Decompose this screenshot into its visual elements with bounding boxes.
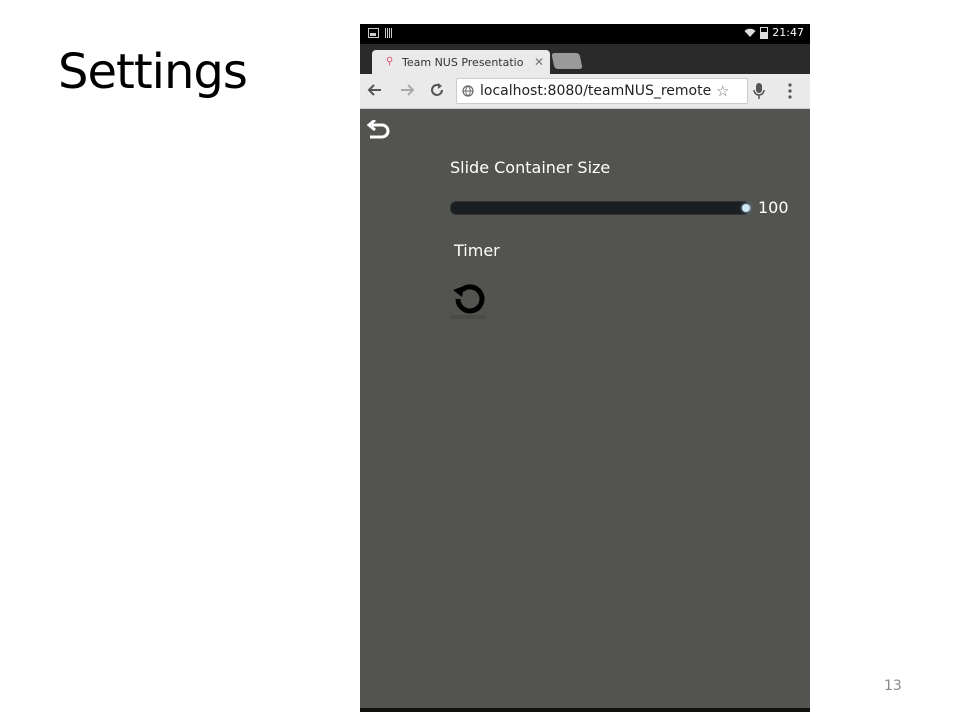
- wifi-icon: [744, 28, 756, 37]
- star-icon[interactable]: ☆: [716, 82, 729, 100]
- slide-container-size-value: 100: [758, 198, 789, 217]
- menu-icon[interactable]: [788, 83, 792, 99]
- image-icon: [368, 28, 379, 38]
- browser-toolbar: localhost:8080/teamNUS_remote. ☆: [360, 74, 810, 109]
- tab-title: Team NUS Presentatio: [402, 55, 524, 69]
- barcode-icon: [385, 28, 393, 38]
- url-bar[interactable]: localhost:8080/teamNUS_remote. ☆: [456, 78, 748, 104]
- battery-icon: [760, 26, 769, 39]
- back-arrow-icon[interactable]: [366, 120, 392, 144]
- favicon-icon: ⚲: [386, 56, 394, 67]
- tab-close-button[interactable]: ✕: [534, 55, 544, 69]
- tab-strip: ⚲ Team NUS Presentatio ✕: [360, 44, 810, 74]
- reload-icon[interactable]: [428, 81, 446, 99]
- slide-container-size-slider[interactable]: [450, 201, 750, 215]
- slide-container-size-label: Slide Container Size: [450, 158, 611, 177]
- forward-icon[interactable]: [398, 81, 416, 99]
- status-right: 21:47: [744, 26, 804, 39]
- page-number: 13: [884, 678, 902, 694]
- status-time: 21:47: [772, 26, 804, 39]
- new-tab-button[interactable]: [551, 53, 583, 69]
- globe-icon: [462, 85, 474, 97]
- status-left: [368, 28, 393, 38]
- tab-active[interactable]: ⚲ Team NUS Presentatio ✕: [372, 50, 550, 74]
- status-bar: 21:47: [360, 24, 810, 44]
- slide-title: Settings: [58, 44, 248, 100]
- reset-icon[interactable]: [448, 277, 492, 321]
- phone-screenshot: 21:47 ⚲ Team NUS Presentatio ✕ localhost…: [360, 24, 810, 712]
- slider-thumb[interactable]: [742, 204, 750, 212]
- bottom-edge: [360, 708, 810, 712]
- mic-icon[interactable]: [752, 82, 766, 100]
- url-text: localhost:8080/teamNUS_remote.: [480, 83, 712, 99]
- timer-label: Timer: [454, 241, 500, 260]
- back-icon[interactable]: [366, 81, 384, 99]
